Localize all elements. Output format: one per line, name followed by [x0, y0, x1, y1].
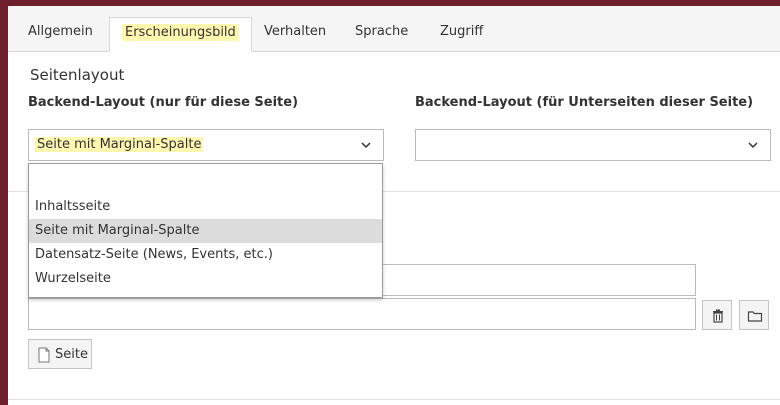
bottom-divider — [8, 399, 780, 400]
backend-layout-sub-label: Backend-Layout (für Unterseiten dieser S… — [415, 95, 754, 110]
chevron-down-icon — [361, 142, 371, 149]
tab-label: Erscheinungsbild — [122, 24, 239, 41]
delete-button[interactable] — [702, 300, 732, 330]
backend-layout-dropdown: Inhaltsseite Seite mit Marginal-Spalte D… — [28, 163, 383, 298]
tab-verhalten[interactable]: Verhalten — [252, 17, 338, 51]
tab-sprache[interactable]: Sprache — [343, 17, 420, 51]
backend-layout-sub-select[interactable] — [415, 129, 771, 161]
page-button-label: Seite — [55, 347, 88, 362]
backend-layout-select[interactable]: Seite mit Marginal-Spalte — [28, 129, 384, 161]
tab-label: Allgemein — [28, 24, 93, 39]
trash-icon — [713, 309, 723, 323]
selected-value: Seite mit Marginal-Spalte — [35, 137, 204, 152]
tab-label: Sprache — [355, 24, 409, 39]
dropdown-option-empty[interactable] — [29, 166, 382, 190]
backend-layout-label: Backend-Layout (nur für diese Seite) — [28, 95, 299, 110]
tab-label: Zugriff — [440, 24, 484, 39]
tab-bar: Allgemein Erscheinungsbild Verhalten Spr… — [8, 6, 780, 52]
tab-label: Verhalten — [264, 24, 327, 39]
chevron-down-icon — [748, 142, 758, 149]
page-reference-input[interactable] — [28, 298, 696, 330]
dropdown-option-marginal[interactable]: Seite mit Marginal-Spalte — [29, 219, 382, 243]
tab-allgemein[interactable]: Allgemein — [16, 17, 105, 51]
dropdown-option-wurzelseite[interactable]: Wurzelseite — [29, 267, 382, 291]
browse-folder-button[interactable] — [739, 300, 769, 330]
form-window: Allgemein Erscheinungsbild Verhalten Spr… — [8, 6, 780, 405]
dropdown-option-inhaltsseite[interactable]: Inhaltsseite — [29, 195, 382, 219]
section-title: Seitenlayout — [30, 66, 125, 84]
page-icon — [38, 347, 50, 363]
add-page-button[interactable]: Seite — [28, 339, 92, 369]
tab-erscheinungsbild[interactable]: Erscheinungsbild — [109, 17, 252, 52]
tab-zugriff[interactable]: Zugriff — [428, 17, 495, 51]
folder-icon — [747, 311, 763, 322]
dropdown-option-datensatz[interactable]: Datensatz-Seite (News, Events, etc.) — [29, 243, 382, 267]
